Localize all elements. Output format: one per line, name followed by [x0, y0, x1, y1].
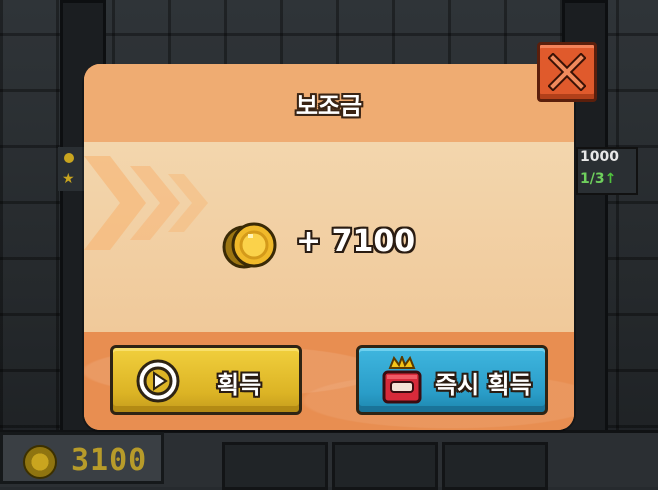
shop-icon: [382, 356, 422, 404]
bottom-slot[interactable]: [332, 442, 438, 490]
coin-icon: [222, 222, 277, 269]
coin-icon: [64, 153, 74, 163]
dialog-title: 보조금: [295, 92, 363, 120]
coin-counter: 3100: [0, 432, 164, 484]
right-badge-value: 1000: [580, 149, 619, 165]
close-button[interactable]: [537, 42, 597, 102]
subsidy-dialog: 보조금 + 7100 획득 즉시 획득: [84, 64, 574, 430]
coin-amount: 3100: [71, 443, 148, 478]
instant-claim-button[interactable]: 즉시 획득: [356, 345, 548, 415]
bottom-slot[interactable]: [222, 442, 328, 490]
star-icon: ★: [62, 171, 75, 187]
chevrons-decoration: [84, 156, 208, 250]
right-badge-progress: 1/3↑: [580, 171, 617, 187]
dialog-header: 보조금: [84, 64, 574, 142]
coin-icon: [23, 445, 57, 479]
bottom-slot[interactable]: [442, 442, 548, 490]
play-icon: [136, 359, 180, 403]
close-icon: [548, 53, 586, 91]
up-arrow-icon: ↑: [604, 171, 617, 187]
claim-button[interactable]: 획득: [110, 345, 302, 415]
right-side-badge: 1000 1/3↑: [576, 147, 638, 195]
reward-amount: + 7100: [296, 224, 416, 259]
claim-button-label: 획득: [217, 371, 262, 399]
instant-claim-button-label: 즉시 획득: [435, 371, 532, 399]
